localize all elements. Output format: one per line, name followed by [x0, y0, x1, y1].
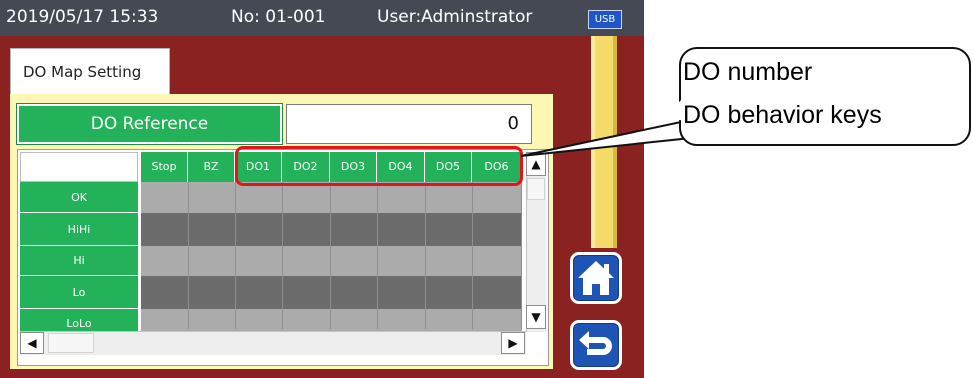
row-header-hihi[interactable]: HiHi [20, 213, 138, 246]
arrow-right-icon: ▶ [508, 336, 518, 350]
cell-divider [377, 182, 378, 329]
callout-line-do-number: DO number [683, 58, 813, 86]
column-header-stop[interactable]: Stop [141, 152, 188, 182]
do-number-highlight [235, 146, 523, 186]
grid-row-lolo[interactable] [141, 309, 522, 331]
tab-do-map-setting[interactable]: DO Map Setting [10, 48, 170, 94]
screen-bottom-edge [0, 373, 644, 378]
row-header-lolo[interactable]: LoLo [20, 309, 138, 331]
grid-row-hihi[interactable] [141, 213, 522, 246]
horizontal-scroll-thumb[interactable] [48, 333, 94, 353]
arrow-left-icon: ◀ [27, 336, 37, 350]
scroll-down-button[interactable]: ▼ [526, 305, 546, 329]
home-icon [578, 261, 614, 295]
cell-divider [188, 182, 189, 329]
cell-divider [282, 182, 283, 329]
return-button[interactable] [570, 320, 622, 370]
callout-pointer [520, 120, 693, 157]
row-header-lo[interactable]: Lo [20, 276, 138, 309]
hmi-screen: 2019/05/17 15:33 No: 01-001 User:Adminst… [0, 0, 644, 378]
horizontal-scrollbar[interactable] [20, 331, 526, 355]
home-button[interactable] [570, 252, 622, 304]
arrow-down-icon: ▼ [531, 310, 541, 324]
scroll-left-button[interactable]: ◀ [20, 332, 44, 354]
scroll-right-button[interactable]: ▶ [501, 332, 525, 354]
row-header-ok[interactable]: OK [20, 182, 138, 213]
return-arrow-icon [579, 331, 612, 355]
do-reference-value-field[interactable]: 0 [286, 104, 532, 144]
status-bar: 2019/05/17 15:33 No: 01-001 User:Adminst… [0, 0, 644, 36]
cell-divider [235, 182, 236, 329]
number-text: No: 01-001 [231, 7, 326, 27]
user-text: User:Adminstrator [377, 7, 533, 27]
callout-line-do-behavior-keys: DO behavior keys [683, 101, 882, 129]
do-reference-button[interactable]: DO Reference [16, 103, 283, 145]
grid-row-hi[interactable] [141, 246, 522, 276]
grid-row-ok[interactable] [141, 182, 522, 213]
usb-status-badge: USB [588, 10, 622, 29]
cell-divider [330, 182, 331, 329]
vertical-scroll-thumb[interactable] [527, 178, 545, 200]
cell-divider [472, 182, 473, 329]
grid-row-lo[interactable] [141, 276, 522, 309]
row-header-hi[interactable]: Hi [20, 246, 138, 276]
cell-divider [425, 182, 426, 329]
datetime-text: 2019/05/17 15:33 [6, 7, 159, 27]
grid-corner-cell [20, 152, 138, 182]
column-header-bz[interactable]: BZ [188, 152, 235, 182]
cell-divider [521, 182, 522, 329]
